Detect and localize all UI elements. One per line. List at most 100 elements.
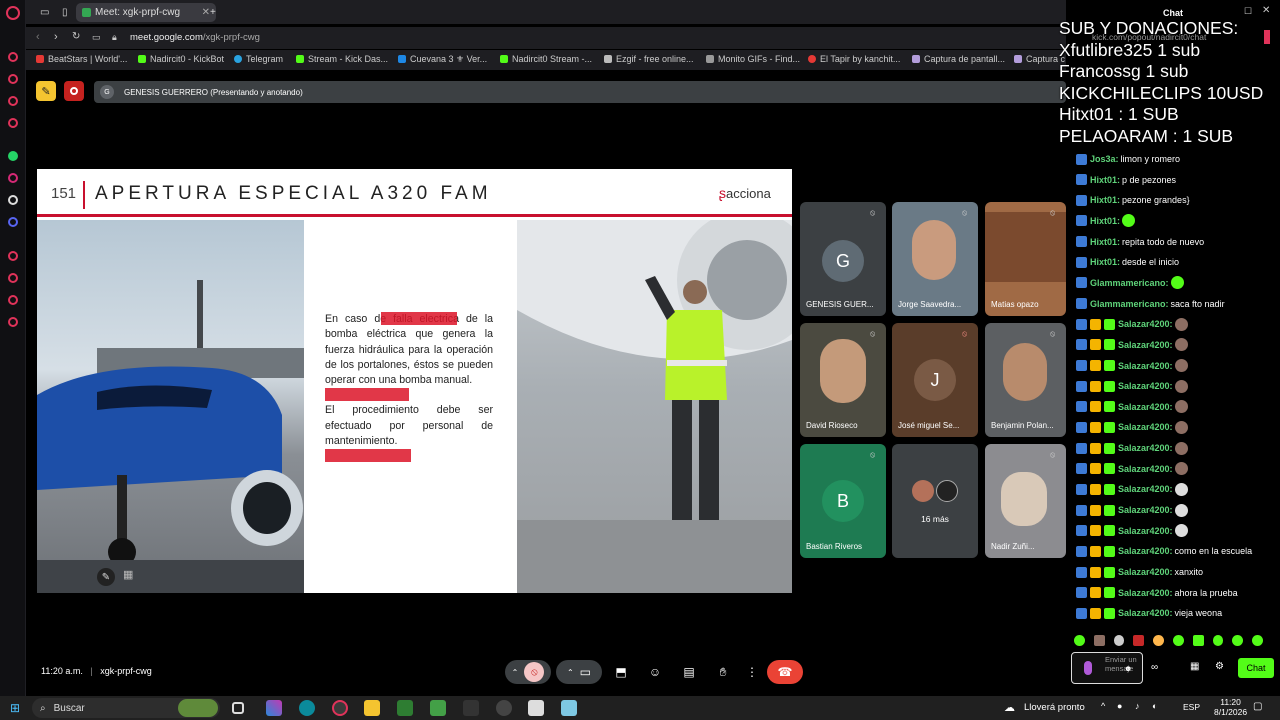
- new-tab-button[interactable]: +: [204, 3, 220, 22]
- app-icon[interactable]: [430, 700, 446, 716]
- more-participants-tile[interactable]: 16 más: [892, 444, 978, 558]
- notifications-icon[interactable]: ▢: [1253, 701, 1262, 712]
- record-icon[interactable]: [64, 81, 84, 101]
- volume-icon[interactable]: ♪: [1135, 701, 1140, 711]
- chat-username[interactable]: Glammamericano:: [1090, 299, 1169, 309]
- captions-button[interactable]: ▤: [675, 660, 703, 684]
- camera-button[interactable]: ⌃ ▭: [556, 660, 602, 684]
- clock[interactable]: 11:20 8/1/2026: [1214, 697, 1247, 717]
- bookmark-item[interactable]: Stream - Kick Das...: [296, 54, 388, 64]
- camera-icon[interactable]: ▭: [92, 32, 101, 43]
- back-icon[interactable]: ‹: [36, 31, 40, 43]
- sidebar-item-icon[interactable]: [8, 273, 18, 283]
- chat-username[interactable]: Hixt01:: [1090, 216, 1120, 226]
- close-icon[interactable]: ✕: [1262, 5, 1270, 16]
- send-chat-button[interactable]: Chat: [1238, 658, 1274, 678]
- sidebar-item-icon[interactable]: [8, 74, 18, 84]
- emoji-button[interactable]: ☺: [641, 660, 669, 684]
- annotate-icon[interactable]: ✎: [36, 81, 56, 101]
- grid-tool-icon[interactable]: ▦: [123, 568, 133, 581]
- mic-tray-icon[interactable]: ●: [1117, 701, 1122, 711]
- chat-username[interactable]: Salazar4200:: [1118, 422, 1173, 432]
- more-options-button[interactable]: ⋮: [740, 660, 764, 684]
- tab-icon[interactable]: ▯: [56, 3, 72, 22]
- edge-icon[interactable]: [299, 700, 315, 716]
- emote-icon[interactable]: [1252, 634, 1263, 646]
- discord-icon[interactable]: [8, 217, 18, 227]
- weather-label[interactable]: Lloverá pronto: [1024, 702, 1085, 713]
- chat-username[interactable]: Salazar4200:: [1118, 443, 1173, 453]
- users-icon[interactable]: ∞: [1151, 662, 1158, 673]
- instagram-icon[interactable]: [8, 173, 18, 183]
- chat-username[interactable]: Glammamericano:: [1090, 278, 1169, 288]
- tab-overview-icon[interactable]: ▭: [34, 3, 50, 22]
- emoji-picker-icon[interactable]: ☻: [1124, 664, 1132, 673]
- opera-taskbar-icon[interactable]: [332, 700, 348, 716]
- whatsapp-icon[interactable]: [8, 151, 18, 161]
- bookmark-item[interactable]: Captura de pantall...: [912, 54, 1005, 64]
- network-icon[interactable]: ◐: [1152, 701, 1157, 711]
- participant-tile[interactable]: B ⦸ Bastian Riveros: [800, 444, 886, 558]
- chat-username[interactable]: Salazar4200:: [1118, 588, 1173, 598]
- emote-icon[interactable]: [1232, 634, 1244, 646]
- task-view-icon[interactable]: [232, 702, 244, 714]
- sidebar-item-icon[interactable]: [8, 52, 18, 62]
- url-field[interactable]: meet.google.com/xgk-prpf-cwg: [130, 32, 260, 43]
- chat-username[interactable]: Salazar4200:: [1118, 546, 1173, 556]
- participant-tile[interactable]: ⦸ Matias opazo: [985, 202, 1066, 316]
- bookmark-item[interactable]: BeatStars | World'...: [36, 54, 127, 64]
- copilot-icon[interactable]: [266, 700, 282, 716]
- sidebar-item-icon[interactable]: [8, 118, 18, 128]
- chat-username[interactable]: Jos3a:: [1090, 154, 1119, 164]
- language-label[interactable]: ESP: [1183, 702, 1200, 712]
- emote-icon[interactable]: [1074, 634, 1085, 646]
- participant-tile[interactable]: ⦸ David Rioseco: [800, 323, 886, 437]
- bookmark-item[interactable]: Cuevana 3 ⚜ Ver...: [398, 54, 487, 65]
- sidebar-item-icon[interactable]: [8, 251, 18, 261]
- chat-username[interactable]: Salazar4200:: [1118, 505, 1173, 515]
- app-icon[interactable]: [561, 700, 577, 716]
- chat-username[interactable]: Salazar4200:: [1118, 361, 1173, 371]
- maximize-icon[interactable]: ☐: [1244, 6, 1252, 17]
- sidebar-item-icon[interactable]: [8, 295, 18, 305]
- mic-icon[interactable]: [1084, 661, 1092, 675]
- bookmark-item[interactable]: Nadircit0 Stream -...: [500, 54, 592, 64]
- participant-tile[interactable]: J ⦸ José miguel Se...: [892, 323, 978, 437]
- chat-username[interactable]: Salazar4200:: [1118, 340, 1173, 350]
- chat-username[interactable]: Salazar4200:: [1118, 526, 1173, 536]
- sidebar-item-icon[interactable]: [8, 96, 18, 106]
- reload-icon[interactable]: ↻: [72, 31, 80, 42]
- leave-call-button[interactable]: ☎︎: [767, 660, 803, 684]
- bookmark-item[interactable]: Ezgif - free online...: [604, 54, 694, 64]
- chat-username[interactable]: Salazar4200:: [1118, 608, 1173, 618]
- bookmark-item[interactable]: Nadircit0 - KickBot: [138, 54, 224, 64]
- tab-meet[interactable]: Meet: xgk-prpf-cwg ✕: [76, 3, 216, 22]
- emote-icon[interactable]: [1133, 634, 1145, 646]
- app-icon[interactable]: [397, 700, 413, 716]
- raise-hand-button[interactable]: ✋︎: [709, 660, 737, 684]
- chat-username[interactable]: Hixt01:: [1090, 175, 1120, 185]
- chat-input[interactable]: Enviar un mensaje ☻: [1071, 652, 1143, 684]
- forward-icon[interactable]: ›: [54, 31, 58, 43]
- app-icon[interactable]: [528, 700, 544, 716]
- emote-icon[interactable]: [1153, 634, 1164, 646]
- mic-button[interactable]: ⌃ ⦸: [505, 660, 551, 684]
- settings-icon[interactable]: [8, 317, 18, 327]
- tiktok-icon[interactable]: [8, 195, 18, 205]
- participant-tile[interactable]: ⦸ Jorge Saavedra...: [892, 202, 978, 316]
- bookmark-item[interactable]: Monito GIFs - Find...: [706, 54, 800, 64]
- windows-start-icon[interactable]: ⊞: [10, 701, 20, 715]
- chat-username[interactable]: Salazar4200:: [1118, 402, 1173, 412]
- file-explorer-icon[interactable]: [364, 700, 380, 716]
- chat-username[interactable]: Salazar4200:: [1118, 381, 1173, 391]
- epic-games-icon[interactable]: [463, 700, 479, 716]
- emote-icon[interactable]: [1172, 634, 1184, 646]
- chat-username[interactable]: Hixt01:: [1090, 257, 1120, 267]
- chat-username[interactable]: Hixt01:: [1090, 237, 1120, 247]
- participant-tile[interactable]: ⦸ Benjamin Polan...: [985, 323, 1066, 437]
- obs-icon[interactable]: [496, 700, 512, 716]
- bookmark-item[interactable]: Captura c: [1014, 54, 1065, 64]
- pen-tool-icon[interactable]: ✎: [97, 568, 115, 586]
- gear-icon[interactable]: ⚙: [1215, 661, 1224, 672]
- chat-username[interactable]: Salazar4200:: [1118, 464, 1173, 474]
